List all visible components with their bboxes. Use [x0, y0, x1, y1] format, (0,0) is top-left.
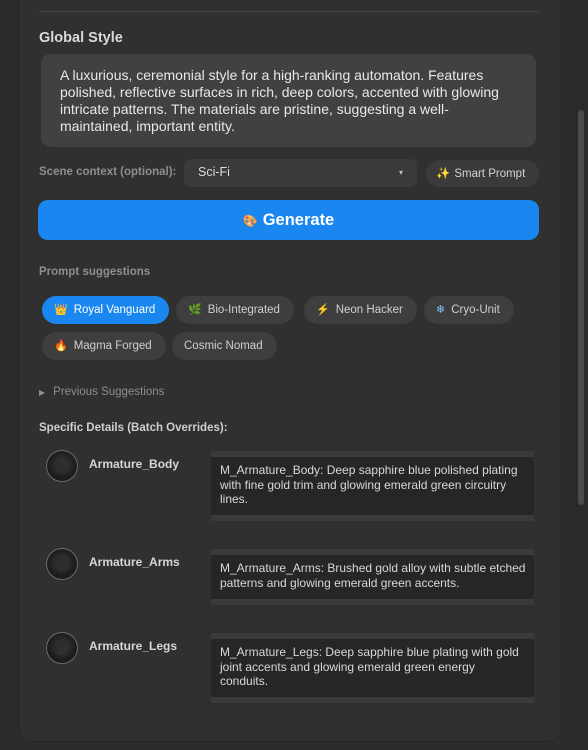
global-style-textarea[interactable]: A luxurious, ceremonial style for a high…: [41, 54, 536, 147]
material-thumbnail: [46, 450, 78, 482]
override-field-container: M_Armature_Legs: Deep sapphire blue plat…: [211, 633, 534, 703]
material-name: Armature_Legs: [89, 639, 178, 653]
chevron-down-icon: ▾: [398, 168, 403, 177]
scrollbar-thumb[interactable]: [578, 110, 584, 505]
override-textarea[interactable]: M_Armature_Arms: Brushed gold alloy with…: [211, 555, 534, 599]
lightning-icon: ⚡: [316, 304, 330, 316]
scene-context-select[interactable]: Sci-Fi ▾: [184, 159, 417, 187]
smart-prompt-label: Smart Prompt: [454, 168, 526, 180]
prompt-suggestions-title: Prompt suggestions: [39, 266, 151, 278]
palette-icon: 🎨: [242, 214, 258, 228]
suggestion-chip-neon-hacker[interactable]: ⚡ Neon Hacker: [304, 296, 417, 324]
chip-label: Royal Vanguard: [73, 304, 156, 316]
specific-details-title: Specific Details (Batch Overrides):: [39, 422, 228, 434]
generate-label: Generate: [262, 211, 335, 229]
material-thumbnail: [46, 632, 78, 664]
crown-icon: 👑: [54, 304, 68, 316]
material-name: Armature_Body: [89, 457, 180, 471]
snowflake-icon: ❄: [436, 304, 446, 316]
chip-label: Neon Hacker: [335, 304, 403, 316]
disclosure-triangle-icon: ▶: [39, 388, 46, 397]
override-textarea[interactable]: M_Armature_Legs: Deep sapphire blue plat…: [211, 639, 534, 697]
suggestion-chip-bio-integrated[interactable]: 🌿 Bio-Integrated: [176, 296, 294, 324]
override-textarea[interactable]: M_Armature_Body: Deep sapphire blue poli…: [211, 457, 534, 515]
fire-icon: 🔥: [54, 340, 68, 352]
scene-context-label: Scene context (optional):: [39, 166, 177, 178]
smart-prompt-button[interactable]: ✨ Smart Prompt: [426, 160, 539, 187]
material-thumbnail: [46, 548, 78, 580]
previous-suggestions-toggle[interactable]: ▶ Previous Suggestions: [39, 386, 164, 398]
override-field-container: M_Armature_Arms: Brushed gold alloy with…: [211, 549, 534, 605]
suggestion-chip-cosmic-nomad[interactable]: Cosmic Nomad: [172, 332, 277, 360]
chip-label: Cosmic Nomad: [184, 340, 263, 352]
scene-context-value: Sci-Fi: [198, 165, 230, 179]
sparkles-icon: ✨: [436, 168, 451, 180]
material-name: Armature_Arms: [89, 555, 180, 569]
chip-label: Magma Forged: [73, 340, 152, 352]
previous-suggestions-label: Previous Suggestions: [53, 386, 165, 398]
suggestion-chip-royal-vanguard[interactable]: 👑 Royal Vanguard: [42, 296, 170, 324]
divider: [39, 11, 539, 12]
generate-button[interactable]: 🎨 Generate: [38, 200, 539, 240]
suggestion-chip-cryo-unit[interactable]: ❄ Cryo-Unit: [424, 296, 514, 324]
global-style-title: Global Style: [39, 30, 123, 46]
suggestion-chip-magma-forged[interactable]: 🔥 Magma Forged: [42, 332, 166, 360]
override-field-container: M_Armature_Body: Deep sapphire blue poli…: [211, 451, 534, 521]
chip-label: Cryo-Unit: [451, 304, 500, 316]
chip-label: Bio-Integrated: [207, 304, 280, 316]
herb-icon: 🌿: [188, 304, 202, 316]
